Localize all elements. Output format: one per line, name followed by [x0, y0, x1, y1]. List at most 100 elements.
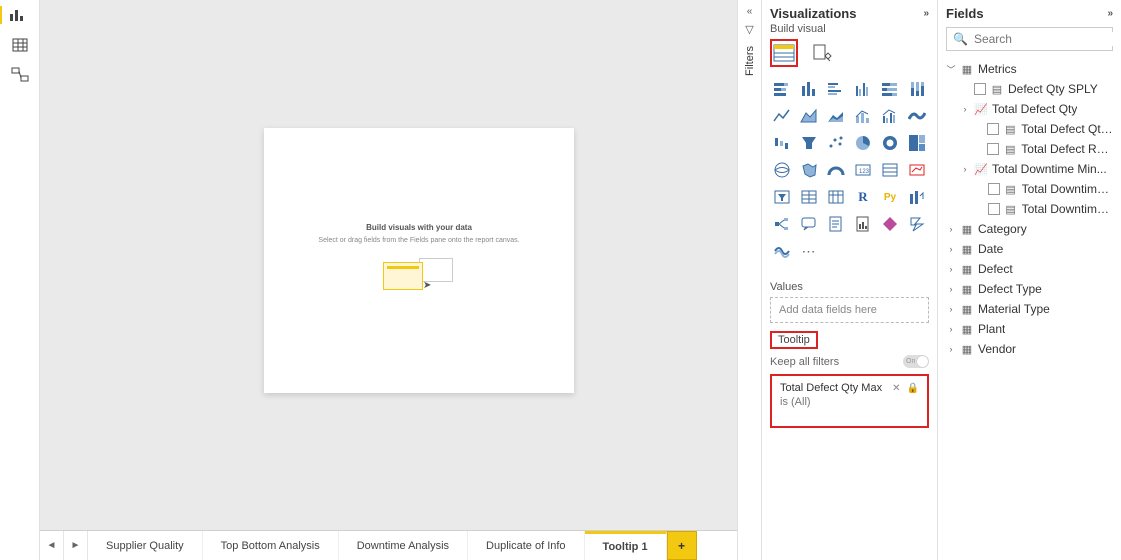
measure-icon: ▤: [1004, 183, 1018, 196]
checkbox[interactable]: [974, 83, 986, 95]
gauge-icon[interactable]: [824, 158, 848, 182]
build-visual-button[interactable]: [770, 39, 798, 67]
filters-pane-collapsed[interactable]: « ▽ Filters: [737, 0, 761, 560]
checkbox[interactable]: [987, 123, 999, 135]
viz-mode-row: [770, 39, 929, 67]
scatter-icon[interactable]: [824, 131, 848, 155]
expand-filters-icon[interactable]: «: [747, 6, 753, 17]
key-influencers-icon[interactable]: [905, 185, 929, 209]
keep-filters-toggle[interactable]: On: [903, 355, 929, 368]
field-total-defect-rep[interactable]: ▤ Total Defect Rep...: [946, 139, 1113, 159]
python-visual-icon[interactable]: Py: [878, 185, 902, 209]
ribbon-chart-icon[interactable]: [905, 104, 929, 128]
donut-icon[interactable]: [878, 131, 902, 155]
multi-row-card-icon[interactable]: [878, 158, 902, 182]
model-view-button[interactable]: [11, 66, 29, 84]
chevron-right-icon[interactable]: ›: [960, 164, 970, 174]
table-icon: ▦: [960, 343, 974, 356]
table-icon: ▦: [960, 303, 974, 316]
format-visual-button[interactable]: [808, 39, 836, 67]
table-visual-icon[interactable]: [797, 185, 821, 209]
tab-supplier-quality[interactable]: Supplier Quality: [88, 531, 203, 560]
kpi-icon[interactable]: [905, 158, 929, 182]
map-icon[interactable]: [770, 158, 794, 182]
report-view-button[interactable]: [0, 6, 38, 24]
measure-icon: ▤: [1004, 203, 1018, 216]
matrix-icon[interactable]: [824, 185, 848, 209]
stacked-column-icon[interactable]: [797, 77, 821, 101]
field-total-downtime-child1[interactable]: ▤ Total Downtime ...: [946, 179, 1113, 199]
waterfall-icon[interactable]: [770, 131, 794, 155]
chevron-right-icon: ›: [946, 224, 956, 234]
field-total-downtime-child2[interactable]: ▤ Total Downtime ...: [946, 199, 1113, 219]
table-defect-type[interactable]: ›▦Defect Type: [946, 279, 1113, 299]
r-visual-icon[interactable]: R: [851, 185, 875, 209]
line-stacked-column-icon[interactable]: [851, 104, 875, 128]
collapse-fields-icon[interactable]: »: [1107, 8, 1113, 19]
values-drop-area[interactable]: Add data fields here: [770, 297, 929, 323]
smart-narrative-icon[interactable]: [824, 212, 848, 236]
tab-duplicate-info[interactable]: Duplicate of Info: [468, 531, 585, 560]
chevron-right-icon: ›: [946, 244, 956, 254]
checkbox[interactable]: [988, 203, 1000, 215]
chevron-right-icon[interactable]: ›: [960, 104, 970, 114]
page-tab-bar: ◄ ► Supplier Quality Top Bottom Analysis…: [40, 530, 737, 560]
field-total-defect-qty-child1[interactable]: ▤ Total Defect Qty ...: [946, 119, 1113, 139]
line-chart-icon[interactable]: [770, 104, 794, 128]
add-page-button[interactable]: +: [667, 531, 697, 560]
clustered-column-icon[interactable]: [851, 77, 875, 101]
lock-filter-icon[interactable]: 🔒: [907, 383, 919, 394]
qa-visual-icon[interactable]: [797, 212, 821, 236]
hundred-stacked-column-icon[interactable]: [905, 77, 929, 101]
line-clustered-column-icon[interactable]: [878, 104, 902, 128]
table-defect[interactable]: ›▦Defect: [946, 259, 1113, 279]
decomposition-tree-icon[interactable]: [770, 212, 794, 236]
data-view-button[interactable]: [11, 36, 29, 54]
cursor-icon: ➤: [423, 280, 431, 291]
trend-icon: 📈: [974, 163, 988, 176]
search-icon: 🔍: [953, 32, 968, 46]
report-page-canvas[interactable]: Build visuals with your data Select or d…: [264, 128, 574, 393]
checkbox[interactable]: [987, 143, 999, 155]
table-vendor[interactable]: ›▦Vendor: [946, 339, 1113, 359]
filled-map-icon[interactable]: [797, 158, 821, 182]
table-icon: ▦: [960, 243, 974, 256]
field-defect-qty-sply[interactable]: ▤ Defect Qty SPLY: [946, 79, 1113, 99]
arcgis-icon[interactable]: [770, 239, 794, 263]
power-apps-icon[interactable]: [878, 212, 902, 236]
clustered-bar-icon[interactable]: [824, 77, 848, 101]
viz-pane-title: Visualizations: [770, 6, 856, 21]
pie-icon[interactable]: [851, 131, 875, 155]
slicer-icon[interactable]: [770, 185, 794, 209]
area-chart-icon[interactable]: [797, 104, 821, 128]
table-metrics[interactable]: ﹀ ▦ Metrics: [946, 59, 1113, 79]
tab-scroll-right[interactable]: ►: [64, 531, 88, 560]
visualizations-pane: Visualizations » Build visual 123: [761, 0, 937, 560]
table-date[interactable]: ›▦Date: [946, 239, 1113, 259]
fields-search-box[interactable]: 🔍: [946, 27, 1113, 51]
tab-scroll-left[interactable]: ◄: [40, 531, 64, 560]
search-input[interactable]: [974, 32, 1121, 46]
tooltip-filter-card[interactable]: Total Defect Qty Max ✕ 🔒 is (All): [770, 374, 929, 428]
tab-top-bottom[interactable]: Top Bottom Analysis: [203, 531, 339, 560]
collapse-viz-icon[interactable]: »: [923, 8, 929, 19]
table-category[interactable]: ›▦Category: [946, 219, 1113, 239]
power-automate-icon[interactable]: [905, 212, 929, 236]
table-plant[interactable]: ›▦Plant: [946, 319, 1113, 339]
funnel-chart-icon[interactable]: [797, 131, 821, 155]
card-icon[interactable]: 123: [851, 158, 875, 182]
field-total-defect-qty[interactable]: › 📈 Total Defect Qty: [946, 99, 1113, 119]
tab-downtime[interactable]: Downtime Analysis: [339, 531, 468, 560]
field-total-downtime-min[interactable]: › 📈 Total Downtime Min...: [946, 159, 1113, 179]
stacked-bar-icon[interactable]: [770, 77, 794, 101]
treemap-icon[interactable]: [905, 131, 929, 155]
tab-tooltip-1[interactable]: Tooltip 1: [585, 531, 667, 560]
more-visuals-icon[interactable]: ⋯: [797, 239, 821, 263]
checkbox[interactable]: [988, 183, 1000, 195]
remove-filter-icon[interactable]: ✕: [892, 383, 900, 394]
table-material-type[interactable]: ›▦Material Type: [946, 299, 1113, 319]
table-icon: ▦: [960, 323, 974, 336]
paginated-report-icon[interactable]: [851, 212, 875, 236]
hundred-stacked-bar-icon[interactable]: [878, 77, 902, 101]
stacked-area-icon[interactable]: [824, 104, 848, 128]
